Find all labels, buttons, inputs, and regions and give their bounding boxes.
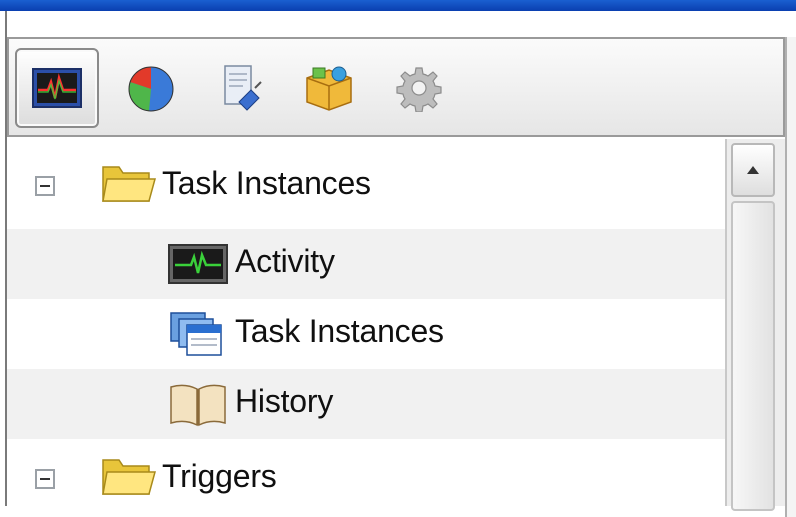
- tree-node-history[interactable]: History: [7, 369, 727, 439]
- packages-view-button[interactable]: [287, 48, 371, 128]
- tree-node-triggers-folder[interactable]: Triggers: [7, 444, 727, 514]
- panel-right-edge: [785, 37, 796, 517]
- tree-item-label: Activity: [235, 243, 335, 279]
- statistics-view-button[interactable]: [109, 48, 193, 128]
- scroll-thumb[interactable]: [731, 201, 775, 511]
- tree-node-activity[interactable]: Activity: [7, 229, 727, 299]
- tree-item-label: Triggers: [162, 458, 277, 494]
- tree-node-task-instances-list[interactable]: Task Instances: [7, 299, 727, 369]
- tree-item-label: Task Instances: [235, 313, 444, 349]
- tree-node-task-instances-folder[interactable]: Task Instances: [7, 151, 727, 221]
- folder-icon: [102, 459, 156, 495]
- activity-monitor-icon: [168, 244, 228, 284]
- window-titlebar: [0, 0, 796, 11]
- package-box-icon: [306, 66, 352, 111]
- properties-view-button[interactable]: [199, 48, 283, 128]
- book-icon: [170, 384, 226, 427]
- scroll-up-button[interactable]: [731, 143, 775, 197]
- collapse-toggle-icon[interactable]: [35, 469, 55, 489]
- activity-monitor-icon: [32, 68, 82, 108]
- vertical-scrollbar[interactable]: [725, 139, 785, 511]
- navigator-panel: Task Instances Activity Task Instances H…: [5, 11, 796, 517]
- stacked-windows-icon: [170, 312, 222, 356]
- settings-view-button[interactable]: [377, 48, 461, 128]
- folder-icon: [102, 166, 156, 202]
- chevron-up-icon: [747, 166, 759, 174]
- activity-view-button[interactable]: [15, 48, 99, 128]
- tree-item-label: Task Instances: [162, 165, 371, 201]
- tree-item-label: History: [235, 383, 334, 419]
- view-toolbar: [7, 37, 785, 137]
- document-plug-icon: [224, 65, 262, 111]
- collapse-toggle-icon[interactable]: [35, 176, 55, 196]
- gear-icon: [396, 67, 442, 112]
- pie-chart-icon: [128, 66, 174, 112]
- navigation-tree: Task Instances Activity Task Instances H…: [7, 139, 727, 506]
